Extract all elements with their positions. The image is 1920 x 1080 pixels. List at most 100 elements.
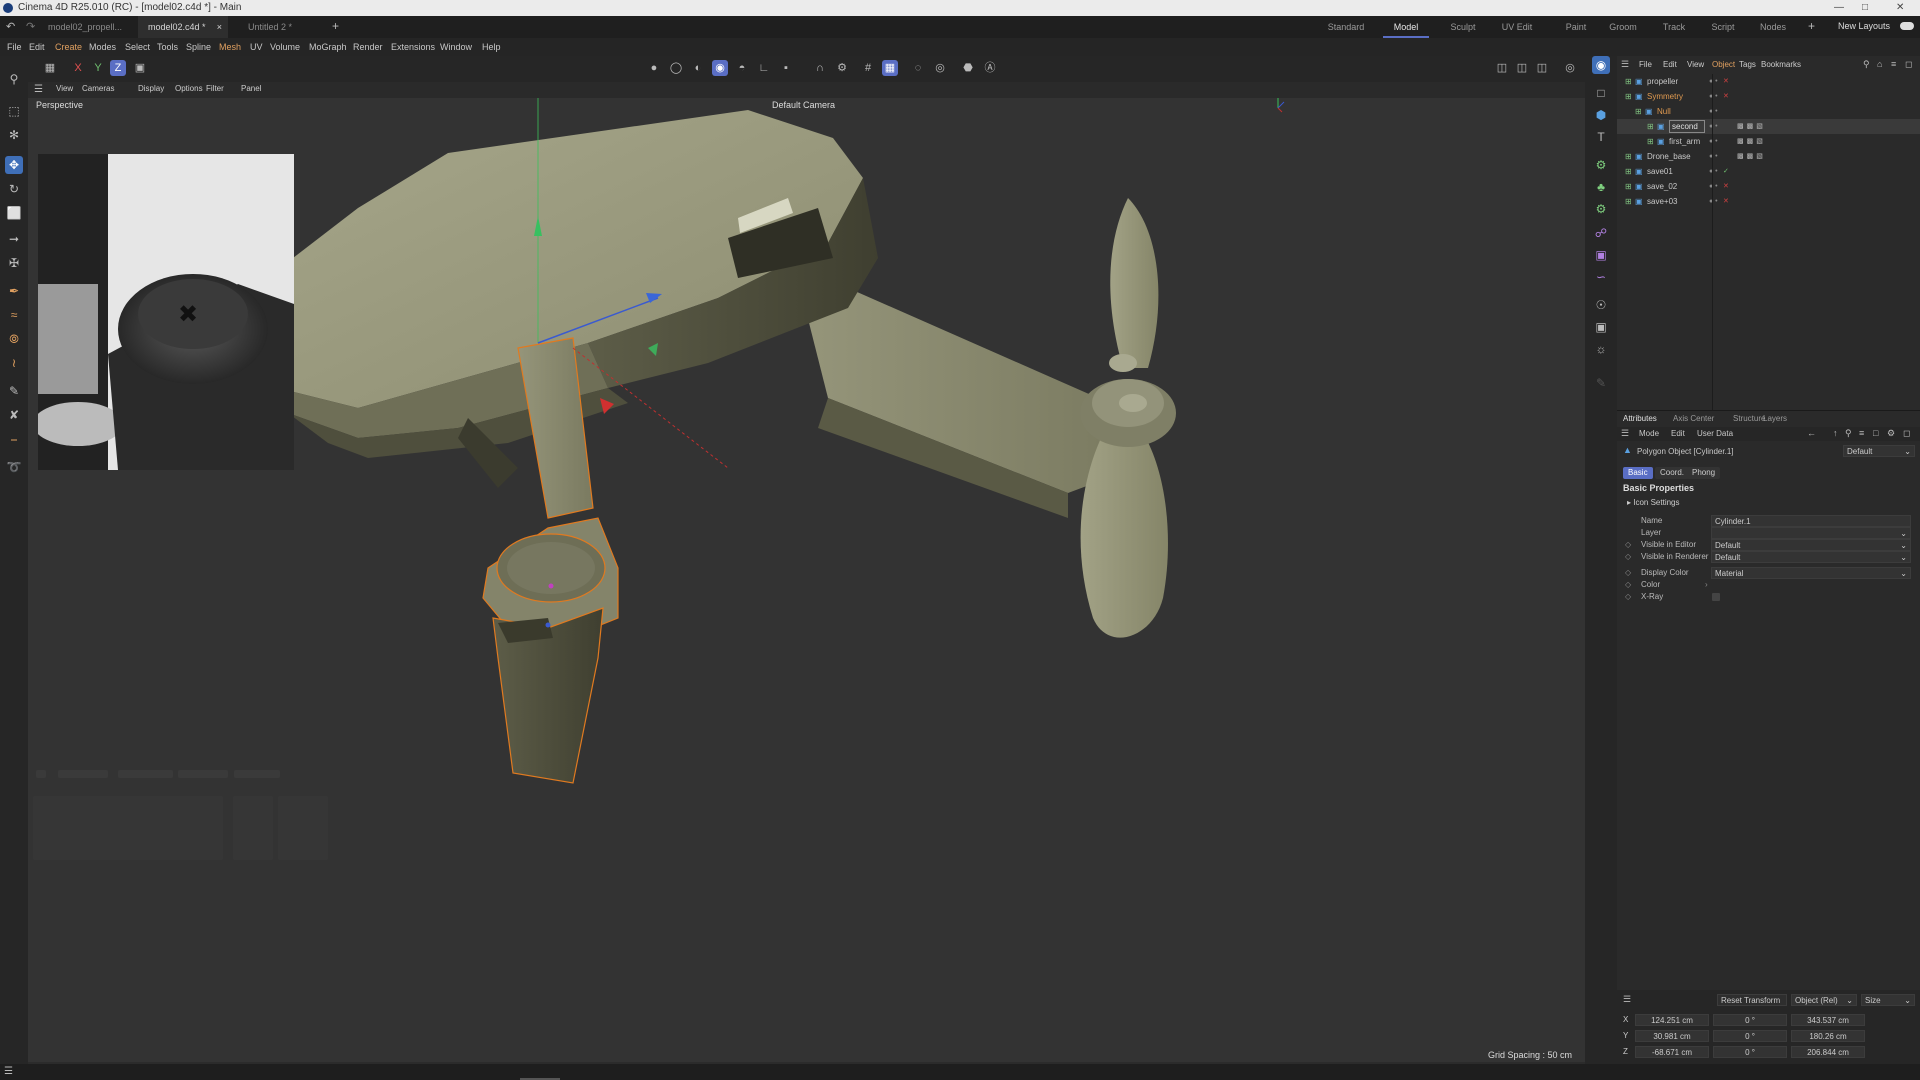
- animate-dot-icon[interactable]: ◇: [1625, 580, 1631, 589]
- axis-z-toggle[interactable]: Z: [110, 60, 126, 76]
- object-name[interactable]: save01: [1647, 164, 1673, 179]
- spline-pen-icon[interactable]: ✒: [5, 282, 23, 300]
- coord-rot-field[interactable]: 0 °: [1713, 1030, 1787, 1042]
- guide-tool-icon[interactable]: ➰: [5, 458, 23, 476]
- layout-tab-sculpt[interactable]: Sculpt: [1440, 16, 1486, 38]
- object-menu-edit[interactable]: Edit: [1663, 60, 1677, 69]
- visibility-dots-icon[interactable]: ● •: [1709, 149, 1718, 164]
- menu-render[interactable]: Render: [353, 38, 383, 56]
- view-panel-icon[interactable]: ◉: [1592, 56, 1610, 74]
- text-icon[interactable]: T: [1592, 128, 1610, 146]
- render-settings-icon[interactable]: ◫: [1534, 60, 1550, 76]
- menu-help[interactable]: Help: [482, 38, 501, 56]
- subtab-phong[interactable]: Phong: [1687, 467, 1721, 479]
- object-row[interactable]: ⊞ ▣ first_arm ● • ▩▩▧: [1617, 134, 1920, 149]
- close-tab-icon[interactable]: ×: [217, 16, 222, 38]
- menu-spline[interactable]: Spline: [186, 38, 211, 56]
- spline-arc-icon[interactable]: ≀: [5, 354, 23, 372]
- size-mode-dropdown[interactable]: Size ⌄: [1861, 994, 1915, 1006]
- material-tags-icon[interactable]: ▩▩▧: [1737, 134, 1766, 149]
- object-name[interactable]: Symmetry: [1647, 89, 1683, 104]
- expand-icon[interactable]: ⊞: [1625, 179, 1632, 194]
- naming-tool-icon[interactable]: Ⓐ: [982, 60, 998, 76]
- object-row[interactable]: ⊞ ▣ Symmetry ● • ✕: [1617, 89, 1920, 104]
- lock-workplane-icon[interactable]: ◌: [910, 60, 926, 76]
- axis-x-toggle[interactable]: X: [70, 60, 86, 76]
- new-layouts-button[interactable]: New Layouts: [1838, 21, 1890, 31]
- object-name[interactable]: Drone_base: [1647, 149, 1691, 164]
- layout-tab-groom[interactable]: Groom: [1600, 16, 1646, 38]
- pen-icon[interactable]: ✎: [1592, 374, 1610, 392]
- object-name[interactable]: second: [1669, 120, 1705, 133]
- field-name[interactable]: Cylinder.1: [1711, 515, 1911, 527]
- rotate-tool-icon[interactable]: ↻: [5, 180, 23, 198]
- snap-settings-icon[interactable]: ⚙: [834, 60, 850, 76]
- viewport-solo-icon[interactable]: ◎: [1562, 60, 1578, 76]
- menu-create[interactable]: Create: [55, 38, 82, 56]
- menu-mesh[interactable]: Mesh: [219, 38, 241, 56]
- coord-size-field[interactable]: 180.26 cm: [1791, 1030, 1865, 1042]
- layout-tab-model[interactable]: Model: [1383, 16, 1429, 38]
- object-row[interactable]: ⊞ ▣ save01 ● • ✓: [1617, 164, 1920, 179]
- coord-pos-field[interactable]: 124.251 cm: [1635, 1014, 1709, 1026]
- viewport-hamburger-icon[interactable]: ☰: [34, 84, 43, 95]
- expand-icon[interactable]: ⊞: [1625, 194, 1632, 209]
- axis-y-toggle[interactable]: Y: [90, 60, 106, 76]
- layout-tab-nodes[interactable]: Nodes: [1750, 16, 1796, 38]
- layout-tab-track[interactable]: Track: [1651, 16, 1697, 38]
- object-menu-bookmarks[interactable]: Bookmarks: [1761, 60, 1801, 69]
- attribute-new-window-icon[interactable]: ◻: [1903, 428, 1910, 439]
- symmetry-icon[interactable]: ⬣: [960, 60, 976, 76]
- cube-icon[interactable]: ⬢: [1592, 106, 1610, 124]
- object-name[interactable]: save+03: [1647, 194, 1677, 209]
- preset-dropdown[interactable]: Default ⌄: [1843, 445, 1915, 457]
- icon-settings-toggle[interactable]: ▸ Icon Settings: [1627, 498, 1680, 507]
- menu-modes[interactable]: Modes: [89, 38, 116, 56]
- visibility-dots-icon[interactable]: ● •: [1709, 134, 1718, 149]
- settings-icon[interactable]: ⚙: [1887, 428, 1895, 439]
- attribute-hamburger-icon[interactable]: ☰: [1621, 428, 1629, 439]
- object-row[interactable]: ⊞ ▣ second ● • ▩▩▧: [1617, 119, 1920, 134]
- layout-tab-uv-edit[interactable]: UV Edit: [1494, 16, 1540, 38]
- coord-size-field[interactable]: 206.844 cm: [1791, 1046, 1865, 1058]
- points-mode-icon[interactable]: ●: [646, 60, 662, 76]
- back-arrow-icon[interactable]: ←: [1807, 428, 1816, 438]
- attr-tab-layers[interactable]: Layers: [1763, 411, 1787, 427]
- object-menu-view[interactable]: View: [1687, 60, 1704, 69]
- coord-size-field[interactable]: 343.537 cm: [1791, 1014, 1865, 1026]
- disabled-x-icon[interactable]: ✕: [1723, 194, 1729, 209]
- visibility-dots-icon[interactable]: ● •: [1709, 119, 1718, 134]
- visibility-dots-icon[interactable]: ● •: [1709, 179, 1718, 194]
- texture-mode-icon[interactable]: ▪: [778, 60, 794, 76]
- menu-uv[interactable]: UV: [250, 38, 263, 56]
- menu-tools[interactable]: Tools: [157, 38, 178, 56]
- spline-object-icon[interactable]: ∽: [1592, 268, 1610, 286]
- doc-tab-model02[interactable]: model02.c4d * ×: [138, 16, 228, 38]
- coord-pos-field[interactable]: 30.981 cm: [1635, 1030, 1709, 1042]
- new-tab-icon[interactable]: +: [332, 19, 339, 33]
- object-new-window-icon[interactable]: ◻: [1905, 59, 1912, 70]
- material-tags-icon[interactable]: ▩▩▧: [1737, 149, 1766, 164]
- subtab-coord[interactable]: Coord.: [1655, 467, 1690, 479]
- model-mode-icon[interactable]: ▦: [42, 60, 58, 76]
- attr-menu-edit[interactable]: Edit: [1671, 429, 1685, 438]
- coord-pos-field[interactable]: -68.671 cm: [1635, 1046, 1709, 1058]
- add-layout-icon[interactable]: +: [1808, 19, 1815, 33]
- placement-tool-icon[interactable]: ✠: [5, 254, 23, 272]
- visibility-dots-icon[interactable]: ● •: [1709, 74, 1718, 89]
- disabled-x-icon[interactable]: ✕: [1723, 179, 1729, 194]
- status-hamburger-icon[interactable]: ☰: [4, 1066, 13, 1077]
- field-visible-in-renderer[interactable]: Default ⌄: [1711, 551, 1911, 563]
- visibility-dots-icon[interactable]: ● •: [1709, 89, 1718, 104]
- disabled-x-icon[interactable]: ✕: [1723, 74, 1729, 89]
- live-selection-icon[interactable]: ⬚: [5, 102, 23, 120]
- object-menu-tags[interactable]: Tags: [1739, 60, 1756, 69]
- axis-mode-icon[interactable]: ∟: [756, 60, 772, 76]
- transfer-tool-icon[interactable]: ➞: [5, 230, 23, 248]
- redo-icon[interactable]: ↷: [26, 20, 35, 33]
- knife-icon[interactable]: ✘: [5, 406, 23, 424]
- object-filter-icon[interactable]: ≡: [1891, 59, 1896, 69]
- lock-icon[interactable]: □: [1873, 428, 1878, 438]
- measure-icon[interactable]: ⎯: [5, 430, 23, 448]
- camera-icon[interactable]: ▣: [1592, 318, 1610, 336]
